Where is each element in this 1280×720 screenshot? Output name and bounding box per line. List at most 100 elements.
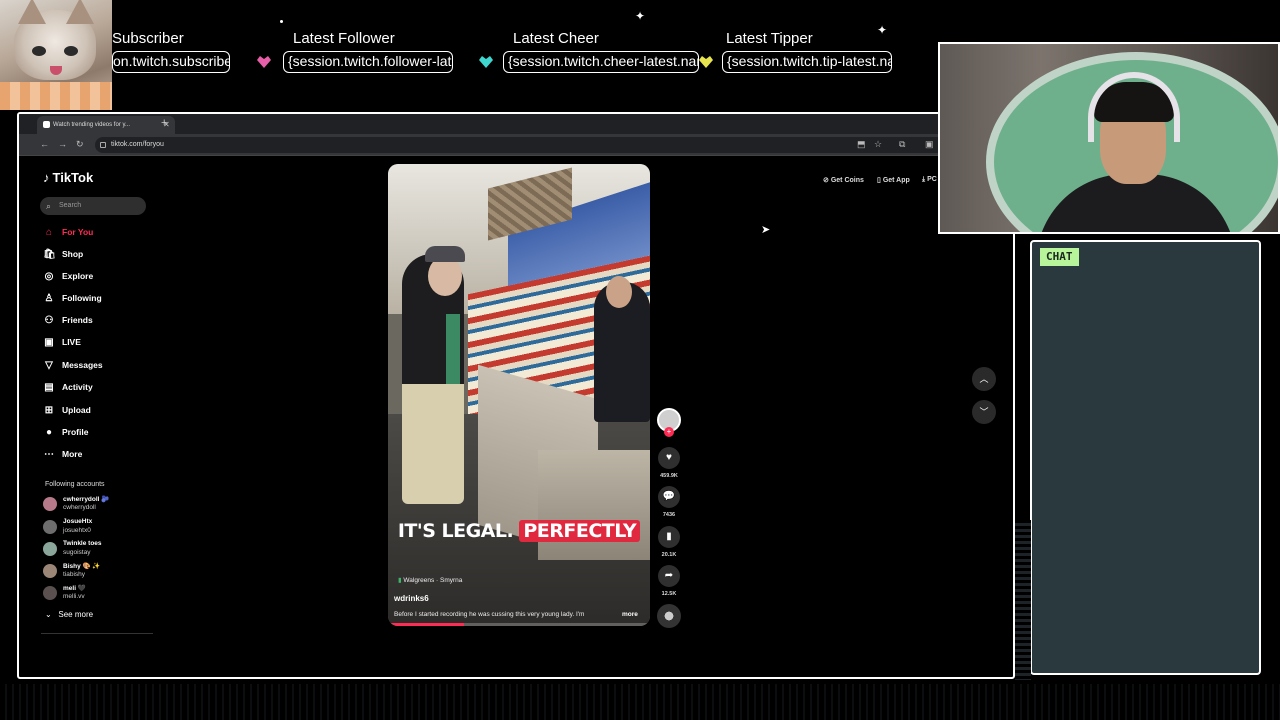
cat-ear	[66, 0, 94, 24]
alert-title: Latest Cheer	[513, 30, 599, 47]
url-text: tiktok.com/foryou	[111, 141, 164, 148]
nav-messages[interactable]: ▽ Messages	[43, 357, 103, 373]
alert-value: {session.twitch.cheer-latest.name}	[503, 51, 699, 73]
account-handle: sugoistay	[63, 549, 91, 556]
video-scene	[538, 450, 650, 560]
tiktok-note-icon: ♪	[43, 170, 50, 185]
progress-fill	[388, 623, 464, 626]
profile-avatar: ●	[45, 427, 53, 438]
bookmark-star-icon[interactable]: ☆	[874, 139, 882, 150]
bookmark-icon[interactable]: ▮	[658, 526, 680, 548]
location-tag[interactable]: ▮ Walgreens · Smyrna	[398, 576, 462, 584]
chat-panel: CHAT	[1030, 240, 1261, 675]
nav-label: Following	[62, 293, 102, 303]
video-progress-bar[interactable]	[388, 623, 650, 626]
video-username[interactable]: wdrinks6	[394, 594, 429, 603]
comment-icon[interactable]: 💬	[658, 486, 680, 508]
alert-title: Latest Follower	[293, 30, 395, 47]
stream-overlay: ✦ ✦ ✦ ✦ Subscriber on.twitch.subscriber-…	[0, 0, 1280, 720]
nav-label: Friends	[62, 315, 93, 325]
nav-label: Messages	[62, 360, 103, 370]
cat-eye	[64, 46, 78, 56]
nav-shop[interactable]: 🛍 Shop	[43, 246, 83, 262]
cat-blanket	[0, 82, 112, 110]
heart-gem-icon	[257, 56, 271, 68]
nav-upload[interactable]: ⊞ Upload	[43, 402, 91, 418]
account-handle: josuehtx0	[63, 527, 91, 534]
tab-title: Watch trending videos for y...	[53, 122, 131, 128]
shop-icon: 🛍	[43, 249, 56, 260]
alert-follower: Latest Follower {session.twitch.follower…	[283, 30, 453, 73]
account-name: Bishy 🎨 ✨	[63, 563, 101, 570]
location-icon: ▮	[398, 577, 402, 584]
save-count: 20.1K	[661, 552, 677, 558]
like-count: 459.9K	[660, 473, 678, 479]
video-player[interactable]: IT'S LEGAL. PERFECTLY ▮ Walgreens · Smyr…	[388, 164, 650, 626]
pc-app-button[interactable]: ⤓ PC	[922, 176, 937, 184]
alert-title: Latest Tipper	[726, 30, 813, 47]
mouse-cursor-icon: ➤	[761, 224, 771, 236]
share-arrow-icon[interactable]: ➦	[658, 565, 680, 587]
chevron-up-icon[interactable]: ︿	[972, 367, 996, 391]
search-icon: ⌕	[46, 201, 52, 211]
download-icon: ⤓	[922, 176, 926, 183]
see-more-link[interactable]: ⌄ See more	[45, 610, 93, 619]
cat-head	[14, 0, 96, 80]
get-app-button[interactable]: ▯ Get App	[877, 176, 910, 184]
video-person	[446, 314, 460, 384]
nav-more[interactable]: ⋯ More	[43, 446, 82, 462]
nav-activity[interactable]: ▤ Activity	[43, 379, 92, 395]
heart-gem-icon	[479, 56, 493, 68]
browser-tab[interactable]: Watch trending videos for y... ✕	[37, 116, 175, 134]
chevron-down-icon[interactable]: ﹀	[972, 400, 996, 424]
more-icon: ⋯	[44, 449, 54, 460]
button-label: Get App	[882, 177, 910, 184]
follow-plus-icon[interactable]: +	[664, 427, 674, 437]
nav-for-you[interactable]: ⌂ For You	[43, 224, 93, 240]
following-accounts-heading: Following accounts	[45, 481, 105, 488]
nav-label: Explore	[62, 271, 94, 281]
get-coins-button[interactable]: ⊘ Get Coins	[823, 176, 864, 184]
divider	[41, 633, 153, 634]
nav-label: More	[62, 449, 83, 459]
tiktok-logo[interactable]: ♪ TikTok	[43, 170, 93, 185]
alert-value: {session.twitch.follower-latest.name}	[283, 51, 453, 73]
video-description: Before I started recording he was cussin…	[394, 611, 585, 618]
alert-tipper: Latest Tipper {session.twitch.tip-latest…	[722, 30, 892, 73]
new-tab-icon[interactable]: +	[161, 117, 167, 129]
like-heart-icon[interactable]: ♥	[658, 447, 680, 469]
activity-icon: ▤	[44, 382, 54, 393]
reload-icon[interactable]: ↻	[76, 139, 84, 150]
account-name: Twinkle toes	[63, 540, 102, 547]
site-info-icon[interactable]	[100, 142, 106, 148]
nav-friends[interactable]: ⚇ Friends	[43, 312, 93, 328]
music-disc-icon[interactable]	[657, 604, 681, 628]
account-name: JosueHtx	[63, 518, 93, 525]
url-bar[interactable]: tiktok.com/foryou	[95, 137, 965, 153]
avatar	[43, 564, 57, 578]
forward-arrow-icon[interactable]: →	[58, 139, 67, 149]
live-icon: ▣	[44, 337, 54, 348]
nav-explore[interactable]: ◎ Explore	[43, 268, 94, 284]
search-input[interactable]: ⌕ Search	[40, 197, 146, 215]
account-name: cwherrydoll 🫐	[63, 496, 110, 503]
extensions-icon[interactable]: ⧉	[899, 139, 905, 150]
nav-profile[interactable]: ● Profile	[43, 424, 88, 440]
alert-cheer: Latest Cheer {session.twitch.cheer-lates…	[503, 30, 699, 73]
streamer-webcam	[938, 42, 1280, 234]
home-icon: ⌂	[45, 227, 53, 238]
avatar	[43, 497, 57, 511]
chevron-down-icon: ⌄	[45, 610, 52, 619]
cat-eye	[32, 46, 46, 56]
sidepanel-icon[interactable]: ▣	[925, 139, 934, 150]
back-arrow-icon[interactable]: ←	[40, 139, 49, 149]
heart-gem-icon	[699, 56, 713, 68]
nav-label: Profile	[62, 427, 89, 437]
install-icon[interactable]: ⬒	[857, 139, 866, 150]
nav-live[interactable]: ▣ LIVE	[43, 334, 81, 350]
friends-icon: ⚇	[44, 315, 54, 326]
brand-name: TikTok	[52, 170, 94, 185]
nav-following[interactable]: ♙ Following	[43, 290, 102, 306]
account-name: meli 🖤	[63, 585, 86, 592]
more-link[interactable]: more	[622, 611, 638, 618]
